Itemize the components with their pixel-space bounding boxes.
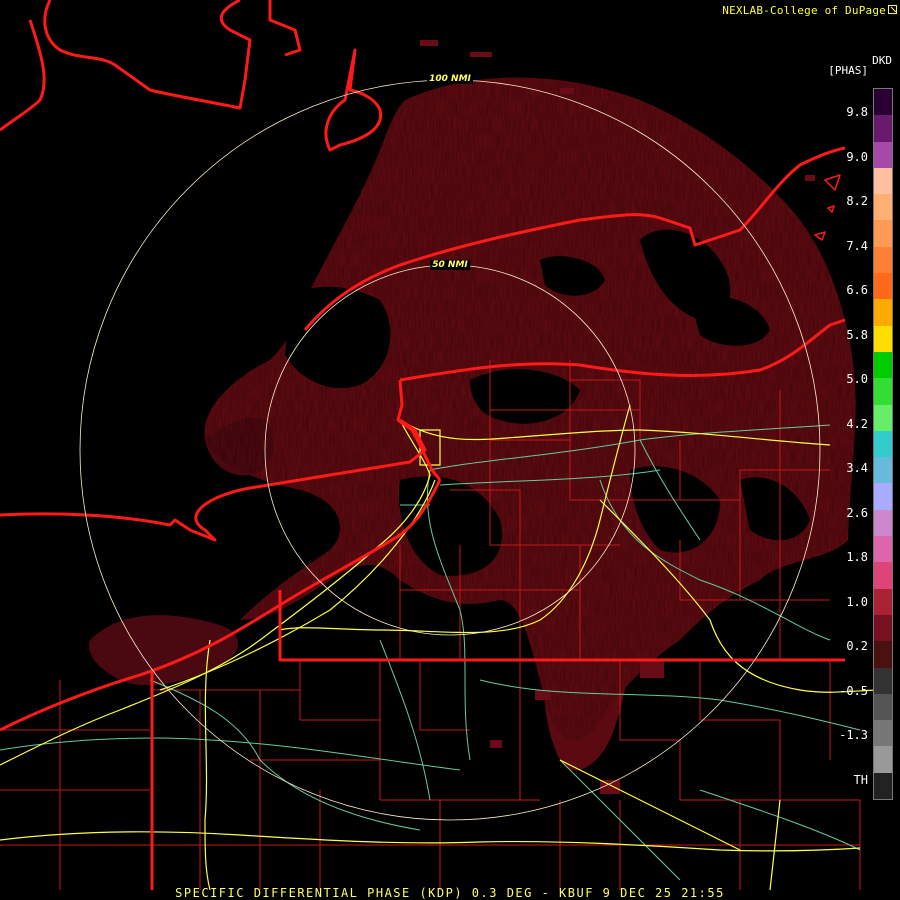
- range-ring-label-100: 100 NMI: [427, 74, 473, 84]
- product-title: SPECIFIC DIFFERENTIAL PHASE (KDP) 0.3 DE…: [175, 886, 725, 900]
- color-scale-swatch: [874, 772, 892, 800]
- color-scale-tick-label: -0.5: [839, 683, 868, 698]
- georgian-bay-shore: [0, 0, 383, 152]
- color-scale-swatch: [874, 351, 892, 379]
- color-scale-swatch: [874, 141, 892, 168]
- color-scale-swatch: [874, 457, 892, 484]
- color-scale-swatch: [874, 509, 892, 537]
- color-scale-tick-label: 5.0: [846, 372, 868, 386]
- echo-region-southwest-band: [89, 615, 239, 686]
- color-scale-tick-label: -1.3: [839, 728, 868, 742]
- color-scale-swatch: [874, 614, 892, 642]
- color-scale-tick-label: 2.6: [846, 505, 868, 520]
- color-scale-tick-label: 9.0: [846, 149, 868, 164]
- legend-product-code: DKD: [872, 54, 892, 67]
- color-scale-swatch: [874, 273, 892, 300]
- range-ring-label-50: 50 NMI: [430, 260, 470, 270]
- color-scale-swatch: [874, 194, 892, 221]
- color-scale-swatch: [874, 746, 892, 773]
- color-scale-tick-label: 8.2: [846, 194, 868, 208]
- color-scale-swatch: [874, 641, 892, 668]
- color-scale-swatch: [874, 588, 892, 615]
- color-scale-swatch: [874, 115, 892, 142]
- color-scale-swatch: [874, 89, 892, 116]
- color-scale-ticks: 9.8 9.0 8.2 7.4 6.6 5.8 5.0 4.2 3.4 2.6 1.8 1.0 0.2 -…: [820, 0, 870, 900]
- color-scale-tick-label: 4.2: [846, 416, 868, 431]
- color-scale-swatch: [874, 299, 892, 326]
- color-scale-swatch: [874, 246, 892, 274]
- color-scale-swatch: [874, 220, 892, 247]
- color-scale-tick-label: TH: [853, 772, 868, 787]
- color-scale-tick-label: 1.0: [846, 594, 868, 609]
- color-scale-swatch: [874, 667, 892, 694]
- color-scale-swatch: [874, 720, 892, 747]
- color-scale-tick-label: 7.4: [846, 238, 868, 253]
- color-scale-swatch: [874, 167, 892, 195]
- color-scale-swatch: [874, 325, 892, 352]
- color-scale-tick-label: 6.6: [846, 283, 868, 297]
- color-scale-swatch: [874, 430, 892, 458]
- color-scale-swatch: [874, 693, 892, 721]
- color-scale-tick-label: 1.8: [846, 550, 868, 564]
- color-scale-swatch: [874, 562, 892, 589]
- echo-texture: [204, 77, 856, 740]
- color-scale-swatch: [874, 536, 892, 563]
- radar-map: [0, 0, 881, 891]
- color-scale-tick-label: 3.4: [846, 461, 868, 475]
- precipitation-echoes: [89, 40, 856, 794]
- color-scale-swatch: [874, 483, 892, 510]
- color-scale-bar: [873, 88, 893, 800]
- color-scale-tick-label: 9.8: [846, 105, 868, 119]
- external-link-icon[interactable]: [888, 5, 897, 14]
- color-scale-tick-label: 0.2: [846, 639, 868, 653]
- color-scale-swatch: [874, 404, 892, 431]
- color-scale-tick-label: 5.8: [846, 327, 868, 342]
- color-scale-swatch: [874, 378, 892, 405]
